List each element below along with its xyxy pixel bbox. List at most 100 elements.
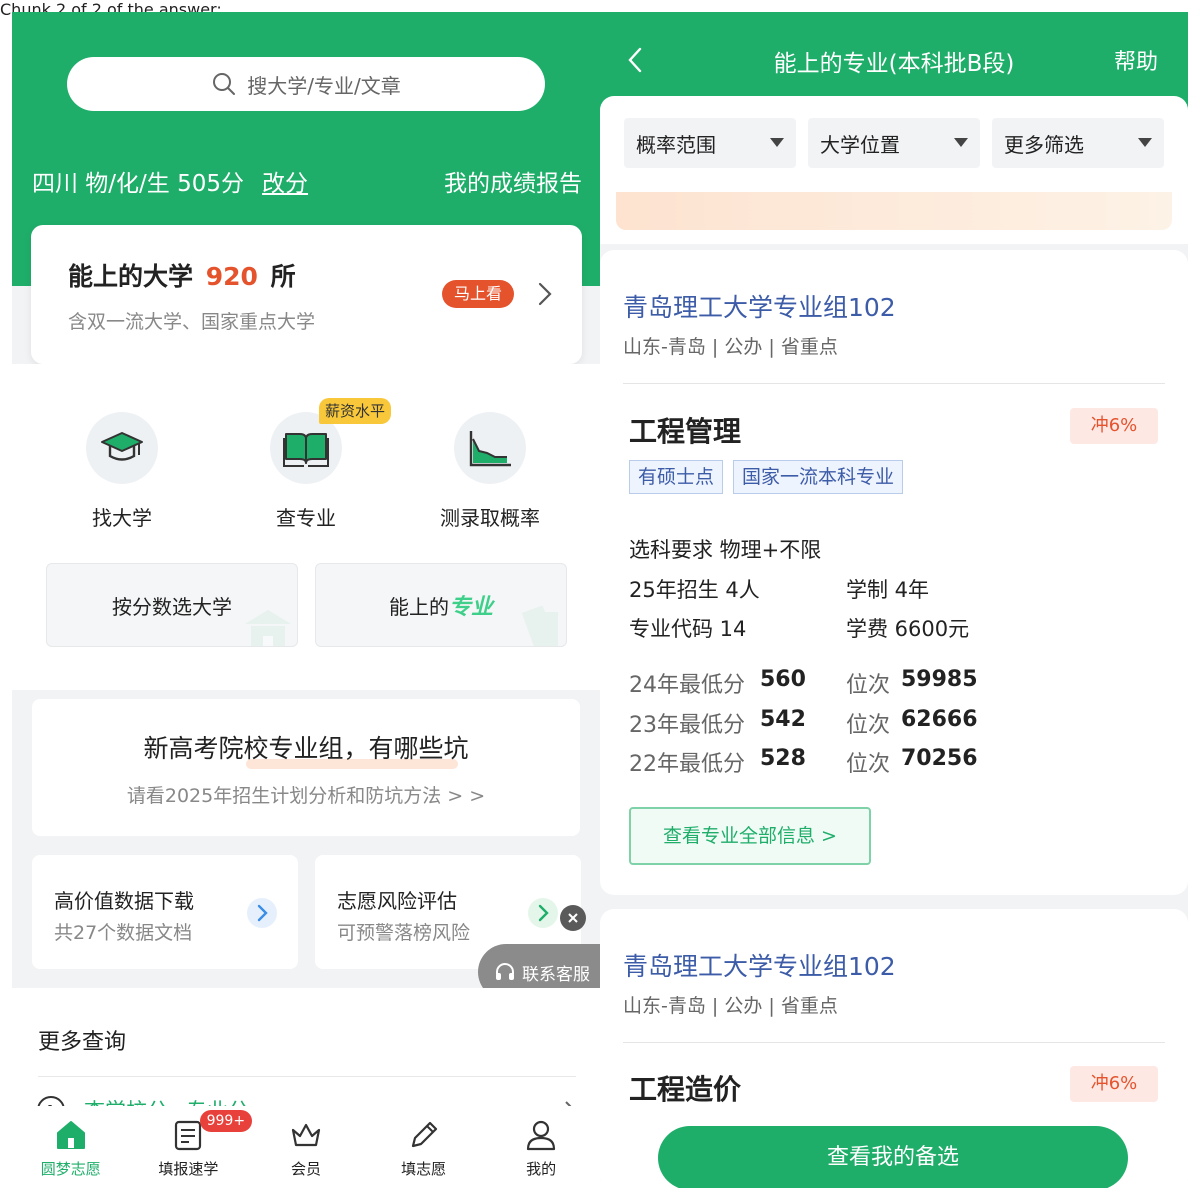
- pencil-icon: [407, 1118, 441, 1152]
- history-row: 22年最低分 528 位次 70256: [629, 746, 1149, 778]
- tab-profile[interactable]: 我的: [482, 1106, 600, 1188]
- chevron-right-circle-icon: [527, 897, 559, 929]
- tab-home-label: 圆梦志愿: [40, 1160, 101, 1178]
- close-icon: [567, 912, 579, 924]
- page-title: 能上的专业(本科批B段): [773, 51, 1015, 77]
- risk-assessment-subtitle: 可预警落榜风险: [337, 922, 471, 944]
- history-rank: 70256: [901, 746, 978, 771]
- school-meta: 山东-青岛 | 公办 | 省重点: [623, 995, 838, 1017]
- filter-label: 概率范围: [636, 132, 716, 157]
- edit-score-link[interactable]: 改分: [262, 164, 308, 198]
- tool-find-university-label: 找大学: [92, 506, 152, 530]
- salary-level-tag: 薪资水平: [319, 398, 392, 424]
- select-by-score-button[interactable]: 按分数选大学: [46, 563, 298, 647]
- school-meta: 山东-青岛 | 公办 | 省重点: [623, 336, 838, 358]
- tool-find-major-label: 查专业: [276, 506, 336, 530]
- banner-subtitle: 请看2025年招生计划分析和防坑方法 > >: [126, 785, 486, 807]
- subject-requirement: 选科要求 物理+不限: [629, 538, 822, 562]
- divider: [623, 1042, 1165, 1043]
- major-name[interactable]: 工程管理: [629, 410, 741, 450]
- home-screen: 搜大学/专业/文章 四川 物/化/生 505分 改分 我的成绩报告 能上的大学 …: [12, 12, 600, 1188]
- colleges-count: 920: [205, 262, 258, 291]
- history-score: 542: [760, 707, 806, 732]
- score-info: 四川 物/化/生 505分: [32, 171, 245, 197]
- chance-badge: 冲6%: [1070, 1066, 1158, 1102]
- history-rank-label: 位次: [846, 713, 891, 738]
- chevron-right-icon: [536, 281, 554, 307]
- tab-profile-label: 我的: [526, 1160, 557, 1178]
- contact-service-label: 联系客服: [522, 964, 590, 985]
- filter-probability-range[interactable]: 概率范围: [624, 118, 796, 168]
- home-icon: [54, 1118, 88, 1152]
- score-report-link[interactable]: 我的成绩报告: [444, 164, 582, 198]
- colleges-title-suffix: 所: [270, 262, 296, 291]
- school-building-icon: [243, 608, 293, 646]
- divider: [38, 1076, 576, 1077]
- search-icon: [211, 71, 237, 97]
- view-my-shortlist-button[interactable]: 查看我的备选: [658, 1126, 1128, 1188]
- filter-bar: 概率范围 大学位置 更多筛选: [600, 96, 1188, 244]
- colleges-title: 能上的大学 920 所: [68, 257, 296, 293]
- graduation-cap-icon: [86, 412, 158, 484]
- available-majors-prefix: 能上的: [388, 594, 449, 619]
- tab-home[interactable]: 圆梦志愿: [12, 1106, 130, 1188]
- data-download-title: 高价值数据下载: [54, 889, 194, 913]
- colleges-title-prefix: 能上的大学: [68, 262, 194, 291]
- search-bar[interactable]: 搜大学/专业/文章: [67, 57, 545, 111]
- promo-strip: [616, 192, 1172, 230]
- filter-university-location[interactable]: 大学位置: [808, 118, 980, 168]
- school-name[interactable]: 青岛理工大学专业组102: [623, 288, 896, 324]
- dropdown-caret-icon: [770, 138, 784, 148]
- tab-fill-application-label: 填志愿: [401, 1160, 447, 1178]
- colleges-card[interactable]: 能上的大学 920 所 含双一流大学、国家重点大学 马上看: [31, 225, 582, 364]
- tab-fill-application[interactable]: 填志愿: [365, 1106, 483, 1188]
- history-year: 22年最低分: [629, 752, 745, 777]
- data-download-subtitle: 共27个数据文档: [54, 922, 193, 944]
- help-link[interactable]: 帮助: [1114, 44, 1158, 76]
- more-queries-title: 更多查询: [38, 1030, 127, 1055]
- major-tags: 有硕士点 国家一流本科专业: [629, 460, 904, 494]
- tool-find-university[interactable]: 找大学: [62, 412, 182, 531]
- divider: [623, 383, 1165, 384]
- study-duration: 学制 4年: [846, 578, 930, 602]
- view-all-info-button[interactable]: 查看专业全部信息 >: [629, 807, 871, 865]
- chance-badge: 冲6%: [1070, 408, 1158, 444]
- dropdown-caret-icon: [954, 138, 968, 148]
- school-name[interactable]: 青岛理工大学专业组102: [623, 947, 896, 983]
- area-chart-icon: [454, 412, 526, 484]
- tag-first-class-major: 国家一流本科专业: [733, 460, 904, 494]
- available-majors-button[interactable]: 能上的 专业: [315, 563, 567, 647]
- select-by-score-label: 按分数选大学: [112, 594, 232, 619]
- tab-bar: 圆梦志愿 999+ 填报速学 会员 填志愿 我的: [12, 1106, 600, 1188]
- notification-badge: 999+: [199, 1110, 253, 1132]
- see-now-badge[interactable]: 马上看: [442, 280, 515, 308]
- major-name[interactable]: 工程造价: [629, 1068, 741, 1108]
- tuition-fee: 学费 6600元: [846, 617, 970, 641]
- dropdown-caret-icon: [1138, 138, 1152, 148]
- tool-admission-probability[interactable]: 测录取概率: [420, 412, 560, 531]
- user-icon: [524, 1118, 558, 1152]
- strategy-banner[interactable]: 新高考院校专业组，有哪些坑 请看2025年招生计划分析和防坑方法 > >: [32, 699, 580, 836]
- close-service-button[interactable]: [560, 905, 586, 931]
- chevron-right-circle-icon: [246, 897, 278, 929]
- tab-membership[interactable]: 会员: [247, 1106, 365, 1188]
- history-year: 24年最低分: [629, 673, 745, 698]
- score-row: 四川 物/化/生 505分 改分 我的成绩报告: [32, 164, 582, 198]
- filter-more[interactable]: 更多筛选: [992, 118, 1164, 168]
- tab-quick-learn-label: 填报速学: [158, 1160, 219, 1178]
- history-row: 23年最低分 542 位次 62666: [629, 707, 1149, 739]
- tab-quick-learn[interactable]: 999+ 填报速学: [130, 1106, 253, 1188]
- crown-icon: [289, 1118, 323, 1152]
- tag-masters-program: 有硕士点: [629, 460, 724, 494]
- history-rank-label: 位次: [846, 673, 891, 698]
- majors-screen: 能上的专业(本科批B段) 帮助 概率范围 大学位置 更多筛选 青岛理工大学专业组…: [600, 12, 1188, 1188]
- tool-admission-probability-label: 测录取概率: [440, 506, 540, 530]
- history-rank: 59985: [901, 667, 978, 692]
- search-placeholder: 搜大学/专业/文章: [247, 73, 401, 98]
- history-score: 560: [760, 667, 806, 692]
- colleges-subtitle: 含双一流大学、国家重点大学: [68, 311, 316, 333]
- headset-icon: [494, 961, 516, 983]
- data-download-card[interactable]: 高价值数据下载 共27个数据文档: [32, 855, 298, 969]
- filter-label: 大学位置: [820, 132, 900, 157]
- tool-find-major[interactable]: 查专业: [246, 412, 366, 531]
